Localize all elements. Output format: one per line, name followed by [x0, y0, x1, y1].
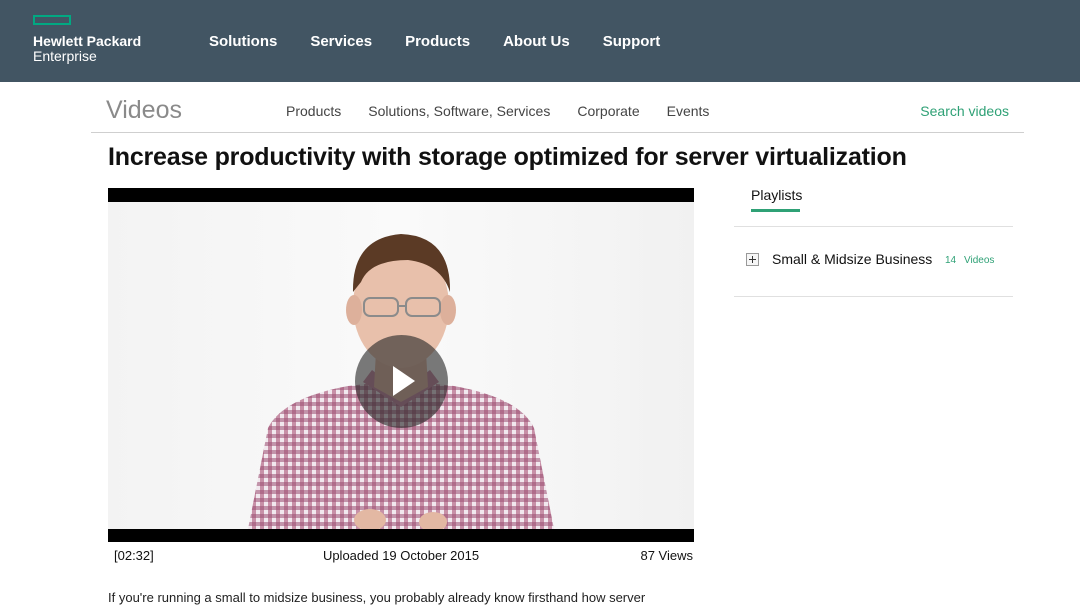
active-tab-indicator [751, 209, 800, 212]
logo-text-line2: Enterprise [33, 48, 97, 64]
main-nav: Solutions Services Products About Us Sup… [209, 33, 693, 50]
video-player[interactable] [108, 188, 694, 542]
playlist-item[interactable]: Small & Midsize Business 14 Videos [734, 227, 1013, 296]
subnav-solutions-software-services[interactable]: Solutions, Software, Services [368, 103, 550, 119]
nav-support[interactable]: Support [603, 33, 661, 50]
view-count: 87 Views [640, 548, 693, 563]
section-title[interactable]: Videos [106, 96, 182, 125]
play-button[interactable] [355, 335, 448, 428]
nav-about-us[interactable]: About Us [503, 33, 570, 50]
subnav-corporate[interactable]: Corporate [577, 103, 639, 119]
nav-solutions[interactable]: Solutions [209, 33, 277, 50]
divider [734, 296, 1013, 297]
top-header: Hewlett Packard Enterprise Solutions Ser… [0, 0, 1080, 82]
nav-services[interactable]: Services [310, 33, 372, 50]
videos-subnav: Videos Products Solutions, Software, Ser… [91, 82, 1024, 133]
playlist-video-count: 14 [945, 255, 957, 266]
tab-playlists[interactable]: Playlists [751, 187, 802, 203]
subnav-events[interactable]: Events [667, 103, 710, 119]
playlist-name[interactable]: Small & Midsize Business [772, 251, 932, 267]
playlist-video-count-label: Videos [964, 255, 995, 266]
hpe-logo-rectangle-icon [33, 15, 71, 25]
subnav-links: Products Solutions, Software, Services C… [286, 103, 736, 119]
play-icon [393, 366, 415, 396]
video-frame [108, 202, 694, 529]
nav-products[interactable]: Products [405, 33, 470, 50]
subnav-products[interactable]: Products [286, 103, 341, 119]
logo-text-line1: Hewlett Packard [33, 33, 142, 49]
hpe-logo[interactable]: Hewlett Packard Enterprise [33, 15, 163, 70]
search-videos-link[interactable]: Search videos [920, 103, 1009, 119]
plus-box-icon[interactable] [746, 253, 759, 266]
video-description: If you're running a small to midsize bus… [108, 590, 646, 605]
video-meta: [02:32] Uploaded 19 October 2015 87 View… [108, 548, 694, 566]
upload-date: Uploaded 19 October 2015 [322, 548, 480, 563]
page-title: Increase productivity with storage optim… [108, 143, 907, 171]
